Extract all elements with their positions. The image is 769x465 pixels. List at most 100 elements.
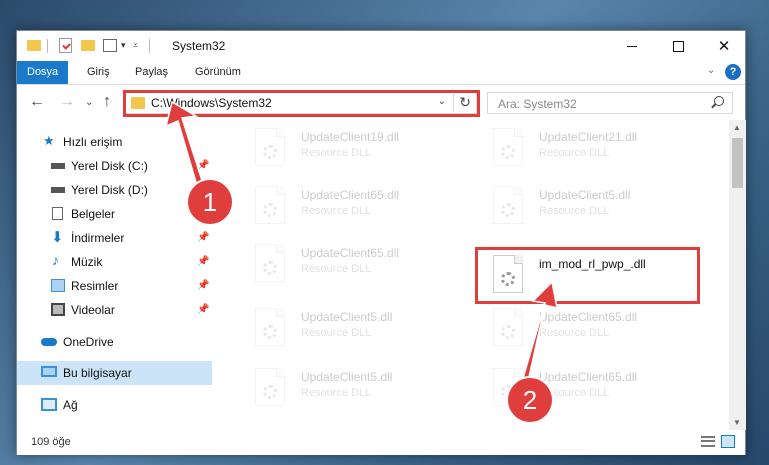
sidebar-item-label: OneDrive xyxy=(63,335,114,349)
sidebar-item-label: Yerel Disk (D:) xyxy=(71,183,148,197)
forward-arrow-icon[interactable]: → xyxy=(59,93,75,111)
search-input[interactable]: Ara: System32 xyxy=(487,92,733,114)
vertical-scrollbar[interactable]: ▲ ▼ xyxy=(729,120,746,430)
file-name: UpdateClient5.dll xyxy=(301,310,393,324)
ribbon-tabs: Dosya Giriş Paylaş Görünüm ⌄ ? xyxy=(17,61,745,85)
file-type: Resource DLL xyxy=(301,205,372,217)
list-item[interactable]: UpdateClient19.dll Resource DLL xyxy=(247,120,477,178)
file-name: UpdateClient19.dll xyxy=(301,130,400,144)
scroll-thumb[interactable] xyxy=(732,138,743,188)
sidebar-item-label: Yerel Disk (C:) xyxy=(71,159,148,173)
file-type: Resource DLL xyxy=(539,327,610,339)
list-item[interactable]: UpdateClient65.dll Resource DLL xyxy=(247,236,477,294)
network-icon xyxy=(41,398,57,411)
scroll-down-icon[interactable]: ▼ xyxy=(733,418,741,427)
video-icon xyxy=(51,303,65,316)
sidebar-item-pictures[interactable]: Resimler 📌 xyxy=(17,274,212,298)
gear-icon xyxy=(263,145,277,159)
back-arrow-icon[interactable]: ← xyxy=(29,93,45,111)
sidebar-item-label: Hızlı erişim xyxy=(63,135,123,149)
dll-file-icon xyxy=(255,186,285,224)
file-name: UpdateClient65.dll xyxy=(301,246,400,260)
gear-icon xyxy=(501,203,515,217)
sidebar-item-music[interactable]: ♪ Müzik 📌 xyxy=(17,250,212,274)
search-placeholder: Ara: System32 xyxy=(498,97,577,111)
sidebar-item-quick-access[interactable]: ★ Hızlı erişim xyxy=(17,130,212,154)
sidebar-item-label: Videolar xyxy=(71,303,115,317)
list-item[interactable]: UpdateClient65.dll Resource DLL xyxy=(485,300,715,358)
file-name: UpdateClient65.dll xyxy=(301,188,400,202)
sidebar-item-label: Ağ xyxy=(63,398,78,412)
chevron-down-icon[interactable]: ▾ xyxy=(121,40,126,56)
list-item[interactable]: UpdateClient21.dll Resource DLL xyxy=(485,120,715,178)
folder-icon xyxy=(27,40,41,51)
pictures-icon xyxy=(51,279,65,292)
sidebar-item-network[interactable]: Ağ xyxy=(17,393,212,417)
new-folder-icon[interactable] xyxy=(81,40,95,51)
help-icon[interactable]: ? xyxy=(725,64,741,80)
gear-icon xyxy=(263,203,277,217)
item-count: 109 öğe xyxy=(31,436,71,448)
scroll-up-icon[interactable]: ▲ xyxy=(733,123,741,132)
expand-ribbon-icon[interactable]: ⌄ xyxy=(707,65,715,76)
sidebar-item-local-disk-d[interactable]: Yerel Disk (D:) 📌 xyxy=(17,178,212,202)
sidebar-item-local-disk-c[interactable]: Yerel Disk (C:) 📌 xyxy=(17,154,212,178)
tab-gorunum[interactable]: Görünüm xyxy=(185,61,251,84)
window-title: System32 xyxy=(172,39,226,53)
tab-dosya[interactable]: Dosya xyxy=(17,61,69,84)
tab-paylas[interactable]: Paylaş xyxy=(125,61,178,84)
gear-icon xyxy=(263,325,277,339)
sidebar-item-videos[interactable]: Videolar 📌 xyxy=(17,298,212,322)
sidebar-item-documents[interactable]: Belgeler 📌 xyxy=(17,202,212,226)
pin-icon[interactable]: 📌 xyxy=(197,232,209,243)
pin-icon[interactable]: 📌 xyxy=(197,256,209,267)
step-badge-two: 2 xyxy=(508,378,552,422)
properties-icon[interactable] xyxy=(59,38,72,53)
details-view-icon[interactable] xyxy=(701,436,715,447)
dll-file-icon xyxy=(255,244,285,282)
pin-icon[interactable]: 📌 xyxy=(197,304,209,315)
file-type: Resource DLL xyxy=(301,387,372,399)
document-icon xyxy=(52,207,63,220)
title-bar: ▾ ⩡ System32 ✕ xyxy=(17,31,745,61)
file-type: Resource DLL xyxy=(539,147,610,159)
large-icons-view-icon[interactable] xyxy=(721,435,735,448)
sidebar-item-label: Belgeler xyxy=(71,207,116,221)
up-arrow-icon[interactable]: ↑ xyxy=(103,93,111,111)
step-badge-one: 1 xyxy=(188,180,232,224)
pin-icon[interactable]: 📌 xyxy=(197,160,209,171)
customize-toolbar-icon[interactable]: ⩡ xyxy=(133,40,138,56)
toolbar-divider xyxy=(47,39,48,53)
list-item[interactable]: UpdateClient5.dll Resource DLL xyxy=(247,300,477,358)
list-item[interactable]: UpdateClient65.dll Resource DLL xyxy=(247,178,477,236)
star-icon: ★ xyxy=(43,133,55,148)
address-highlight-box xyxy=(123,90,480,117)
file-name: UpdateClient5.dll xyxy=(301,370,393,384)
pin-icon[interactable]: 📌 xyxy=(197,280,209,291)
list-item[interactable]: UpdateClient5.dll Resource DLL xyxy=(485,178,715,236)
gear-icon xyxy=(501,325,515,339)
dll-file-icon xyxy=(255,308,285,346)
gear-icon xyxy=(501,145,515,159)
minimize-button[interactable] xyxy=(609,31,655,61)
recent-locations-icon[interactable]: ⌄ xyxy=(85,97,93,108)
file-type: Resource DLL xyxy=(301,327,372,339)
dll-file-icon xyxy=(493,186,523,224)
file-name: UpdateClient5.dll xyxy=(539,188,631,202)
music-icon: ♪ xyxy=(52,252,59,268)
view-icon[interactable] xyxy=(103,39,117,52)
dll-file-icon xyxy=(255,368,285,406)
maximize-button[interactable] xyxy=(655,31,701,61)
file-type: Resource DLL xyxy=(539,205,610,217)
close-button[interactable]: ✕ xyxy=(701,31,747,61)
sidebar-item-downloads[interactable]: ⬇ İndirmeler 📌 xyxy=(17,226,212,250)
sidebar-item-onedrive[interactable]: OneDrive xyxy=(17,330,212,354)
tab-giris[interactable]: Giriş xyxy=(77,61,120,84)
file-name: UpdateClient65.dll xyxy=(539,310,638,324)
list-item[interactable]: UpdateClient5.dll Resource DLL xyxy=(247,360,477,418)
dll-file-icon xyxy=(493,308,523,346)
sidebar-item-this-pc[interactable]: Bu bilgisayar xyxy=(17,361,212,385)
drive-icon xyxy=(51,163,65,169)
file-type: Resource DLL xyxy=(301,147,372,159)
toolbar-divider xyxy=(149,39,150,53)
